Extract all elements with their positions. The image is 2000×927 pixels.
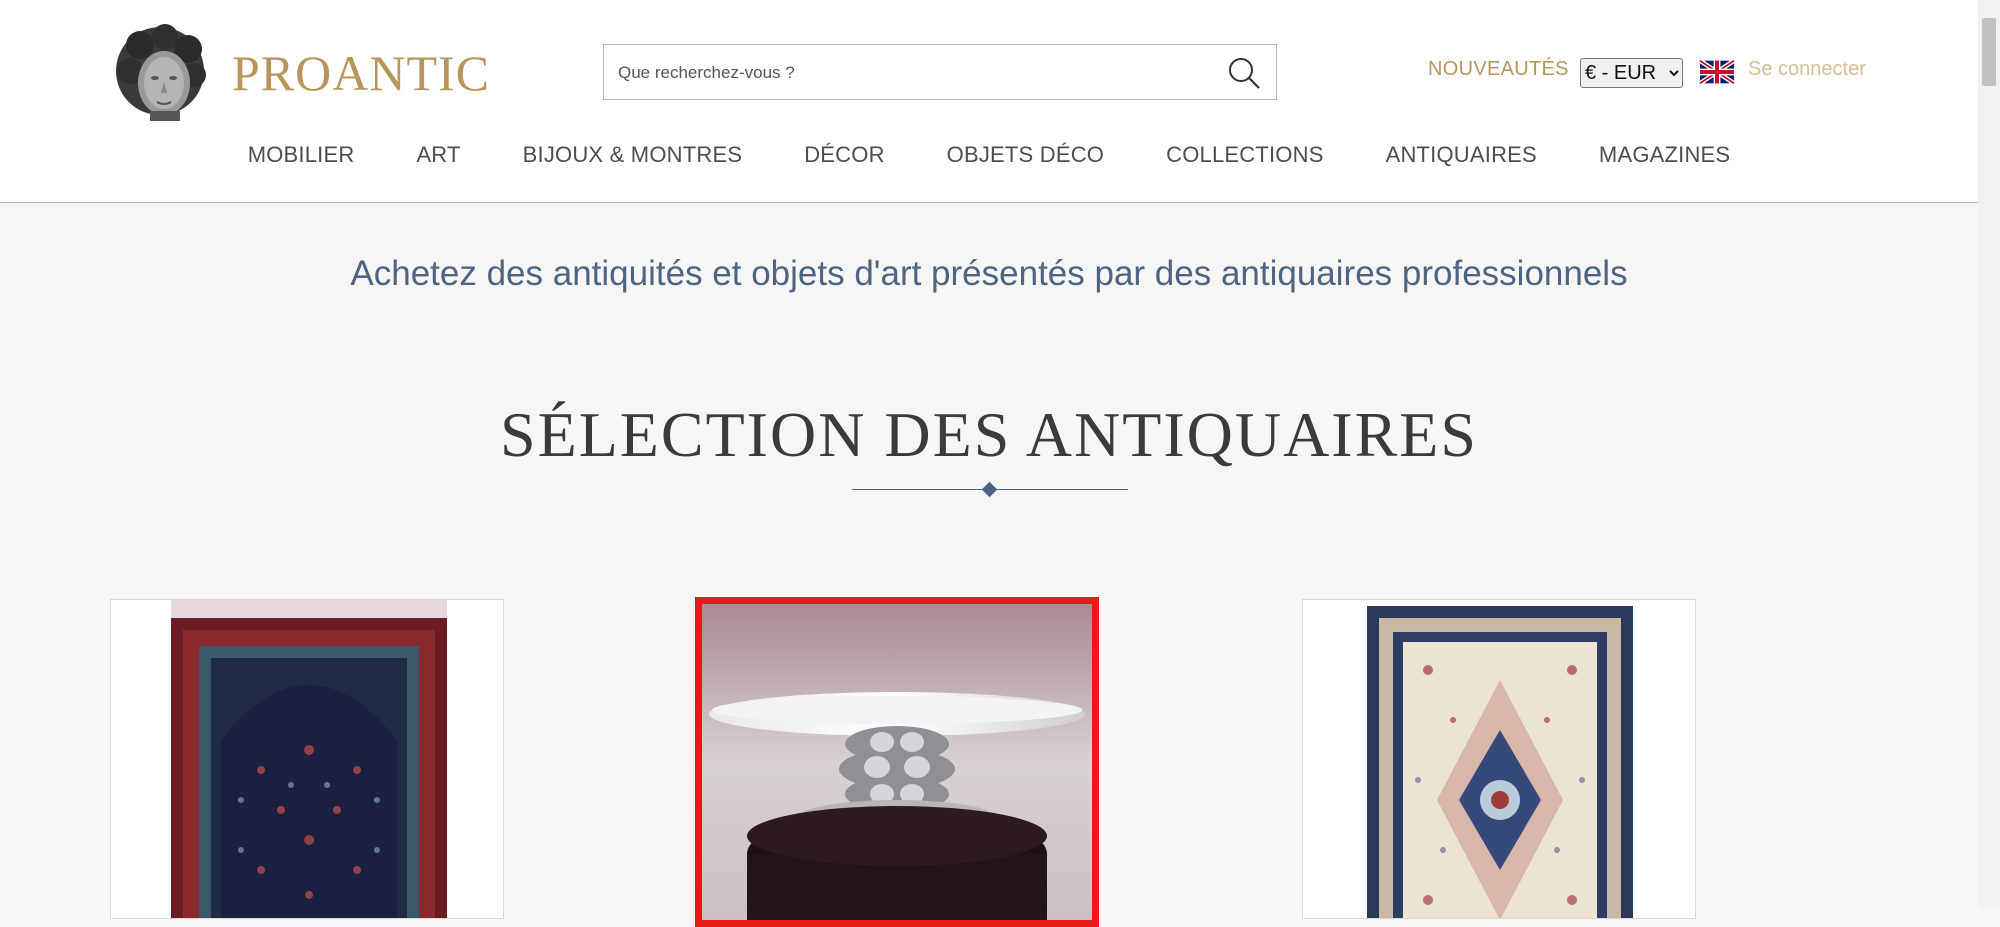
tagline: Achetez des antiquités et objets d'art p… (350, 254, 1628, 293)
product-card[interactable] (1302, 599, 1696, 919)
search-input[interactable] (616, 45, 1200, 101)
currency-select[interactable]: € - EUR (1580, 58, 1683, 88)
uk-flag-icon[interactable] (1700, 60, 1734, 84)
site-header: PROANTIC NOUVEAUTÉS € - EUR Se connecter… (0, 0, 1978, 203)
nav-item-bijoux-montres[interactable]: BIJOUX & MONTRES (523, 142, 743, 182)
logo-text: PROANTIC (232, 44, 491, 101)
product-card-highlighted[interactable] (695, 597, 1099, 927)
nav-item-collections[interactable]: COLLECTIONS (1166, 142, 1323, 182)
product-card[interactable] (110, 599, 504, 919)
product-image-silver-centerpiece (702, 604, 1092, 920)
login-link[interactable]: Se connecter (1748, 58, 1866, 81)
section-title: SÉLECTION DES ANTIQUAIRES (500, 399, 1478, 470)
nav-item-objets-deco[interactable]: OBJETS DÉCO (947, 142, 1104, 182)
page-scrollbar[interactable] (1978, 0, 2000, 908)
product-image-rug-light (1303, 600, 1695, 918)
search-icon[interactable] (1226, 55, 1262, 91)
product-image-rug-red (111, 600, 503, 918)
scrollbar-thumb[interactable] (1982, 18, 1996, 86)
search-box (603, 44, 1277, 101)
nav-item-antiquaires[interactable]: ANTIQUAIRES (1386, 142, 1537, 182)
nav-item-mobilier[interactable]: MOBILIER (248, 142, 355, 182)
statue-head-logo-icon (116, 23, 206, 121)
main-nav: MOBILIER ART BIJOUX & MONTRES DÉCOR OBJE… (0, 142, 1978, 182)
logo[interactable]: PROANTIC (110, 20, 490, 125)
nav-item-magazines[interactable]: MAGAZINES (1599, 142, 1730, 182)
nav-item-decor[interactable]: DÉCOR (804, 142, 884, 182)
nav-item-art[interactable]: ART (416, 142, 460, 182)
nouveautes-link[interactable]: NOUVEAUTÉS (1428, 58, 1569, 81)
title-divider-diamond (981, 481, 998, 498)
